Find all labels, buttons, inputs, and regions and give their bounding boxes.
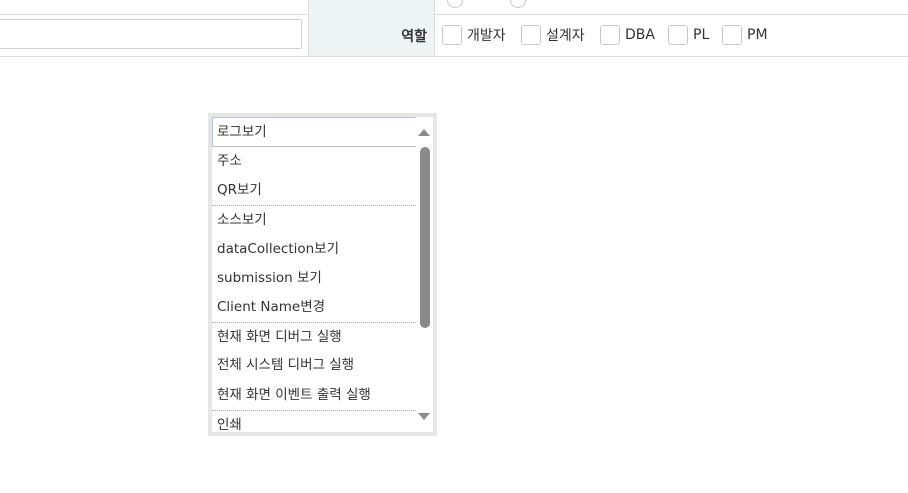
menu-item-source-view[interactable]: 소스보기 <box>212 205 416 234</box>
role-option-designer[interactable]: 설계자 <box>521 24 585 46</box>
menu-item-submission-view[interactable]: submission 보기 <box>212 264 416 293</box>
checkbox-label-pl: PL <box>693 27 710 43</box>
text-input-field[interactable] <box>0 19 302 49</box>
scroll-down-arrow-icon[interactable] <box>418 413 430 420</box>
checkbox-label-dba: DBA <box>625 27 655 43</box>
checkbox-label-designer: 설계자 <box>546 28 585 44</box>
role-label-cell: 역할 <box>308 14 435 56</box>
checkbox-pl[interactable] <box>668 25 688 45</box>
context-menu-list: 로그보기 주소 QR보기 소스보기 dataCollection보기 submi… <box>212 117 416 432</box>
menu-item-datacollection-view[interactable]: dataCollection보기 <box>212 235 416 264</box>
context-menu-scrollbar[interactable] <box>416 117 433 432</box>
role-option-pm[interactable]: PM <box>722 24 768 46</box>
menu-item-client-name-change[interactable]: Client Name변경 <box>212 293 416 322</box>
menu-item-print[interactable]: 인쇄 <box>212 409 416 432</box>
role-label: 역할 <box>401 29 427 45</box>
scroll-up-arrow-icon[interactable] <box>418 129 430 136</box>
menu-item-debug-current-screen[interactable]: 현재 화면 디버그 실행 <box>212 322 416 351</box>
menu-item-debug-whole-system[interactable]: 전체 시스템 디버그 실행 <box>212 351 416 380</box>
role-option-dba[interactable]: DBA <box>600 24 655 46</box>
checkbox-developer[interactable] <box>442 25 462 45</box>
menu-item-log-view[interactable]: 로그보기 <box>212 117 416 147</box>
form-row-partial <box>0 0 908 15</box>
context-menu: 로그보기 주소 QR보기 소스보기 dataCollection보기 submi… <box>208 113 437 436</box>
checkbox-designer[interactable] <box>521 25 541 45</box>
checkbox-pm[interactable] <box>722 25 742 45</box>
scrollbar-thumb[interactable] <box>420 147 430 328</box>
form-label-cell-partial <box>308 0 435 14</box>
menu-item-qr-view[interactable]: QR보기 <box>212 176 416 205</box>
menu-item-print-events-current-screen[interactable]: 현재 화면 이벤트 출력 실행 <box>212 381 416 410</box>
context-menu-body: 로그보기 주소 QR보기 소스보기 dataCollection보기 submi… <box>212 117 433 432</box>
radio-button[interactable] <box>510 0 526 8</box>
role-option-developer[interactable]: 개발자 <box>442 24 506 46</box>
checkbox-dba[interactable] <box>600 25 620 45</box>
checkbox-label-developer: 개발자 <box>467 28 506 44</box>
role-option-pl[interactable]: PL <box>668 24 709 46</box>
radio-button[interactable] <box>447 0 463 8</box>
checkbox-label-pm: PM <box>747 27 768 43</box>
menu-item-address[interactable]: 주소 <box>212 147 416 176</box>
form-row-role: 역할 개발자 설계자 DBA PL PM <box>0 14 908 57</box>
